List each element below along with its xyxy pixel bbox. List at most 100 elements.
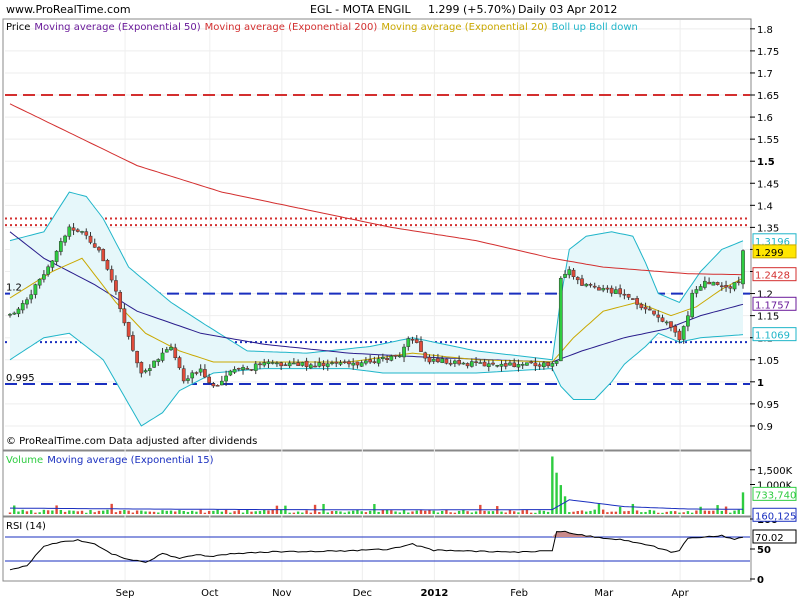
candle-body bbox=[177, 357, 182, 369]
candle-body bbox=[571, 269, 576, 277]
candle-body bbox=[347, 361, 351, 365]
volume-bar bbox=[309, 512, 313, 514]
volume-bar bbox=[220, 511, 224, 514]
candle-body bbox=[203, 369, 207, 378]
candle-body bbox=[520, 364, 525, 366]
candle-body bbox=[241, 367, 245, 370]
candle-body bbox=[97, 247, 101, 251]
volume-bar bbox=[483, 510, 486, 514]
period-label: Daily 03 Apr 2012 bbox=[518, 3, 617, 16]
volume-bar bbox=[610, 511, 613, 514]
volume-bar bbox=[601, 509, 605, 514]
candle-body bbox=[601, 288, 606, 291]
candle-body bbox=[338, 362, 343, 365]
volume-bar bbox=[195, 511, 198, 514]
candle-body bbox=[342, 361, 347, 363]
candle-body bbox=[554, 360, 559, 364]
volume-bar bbox=[712, 510, 715, 514]
price-tick-label: 1.45 bbox=[757, 179, 779, 190]
candle-body bbox=[563, 273, 567, 278]
volume-bar bbox=[415, 510, 418, 514]
volume-bar bbox=[305, 510, 308, 514]
candle-body bbox=[279, 362, 284, 367]
candle-body bbox=[703, 280, 707, 288]
candle-body bbox=[681, 326, 686, 340]
volume-bar bbox=[102, 510, 105, 514]
volume-bar bbox=[661, 512, 664, 514]
candle-body bbox=[715, 282, 720, 285]
price-tick-label: 1.6 bbox=[757, 113, 773, 124]
volume-bar bbox=[271, 509, 274, 514]
candle-body bbox=[245, 368, 250, 370]
value-badge-text: 1.1069 bbox=[755, 331, 790, 342]
candle-body bbox=[292, 362, 296, 365]
candle-body bbox=[669, 321, 673, 328]
volume-bar bbox=[436, 512, 440, 514]
candle-body bbox=[287, 362, 292, 367]
candle-body bbox=[423, 352, 428, 359]
price-tick-label: 1.75 bbox=[757, 47, 779, 58]
candle-body bbox=[469, 361, 474, 367]
volume-bar bbox=[89, 510, 92, 514]
volume-bar bbox=[440, 510, 444, 514]
candle-body bbox=[355, 361, 360, 366]
volume-bar bbox=[29, 510, 33, 514]
volume-bar bbox=[703, 510, 707, 514]
site-title: www.ProRealTime.com bbox=[6, 3, 131, 16]
legend-item: Moving average (Exponential 200) bbox=[205, 22, 378, 33]
candle-body bbox=[351, 362, 356, 366]
candle-body bbox=[207, 376, 211, 383]
volume-bar bbox=[199, 509, 202, 514]
volume-bar bbox=[318, 512, 321, 514]
volume-bar bbox=[140, 510, 143, 514]
volume-bar bbox=[190, 510, 194, 514]
candle-body bbox=[215, 385, 220, 387]
stock-chart: www.ProRealTime.com EGL - MOTA ENGIL 1.2… bbox=[0, 0, 800, 600]
month-label: 2012 bbox=[420, 588, 448, 599]
volume-bar bbox=[432, 510, 435, 514]
candle-body bbox=[317, 362, 322, 367]
month-label: Mar bbox=[594, 588, 614, 599]
volume-bar bbox=[93, 512, 96, 514]
candle-body bbox=[686, 315, 690, 327]
volume-bar bbox=[25, 511, 29, 514]
candle-body bbox=[42, 274, 46, 280]
volume-bar bbox=[347, 511, 351, 514]
candle-body bbox=[444, 358, 449, 364]
volume-bar bbox=[377, 511, 380, 514]
volume-bar bbox=[55, 505, 58, 514]
candle-body bbox=[436, 358, 440, 363]
volume-bar bbox=[373, 504, 376, 514]
candle-body bbox=[88, 235, 93, 243]
volume-tick-label: 1,500K bbox=[757, 466, 793, 477]
volume-bar bbox=[364, 512, 368, 514]
price-tick-label: 1 bbox=[757, 378, 764, 389]
candle-body bbox=[474, 361, 478, 363]
volume-bar bbox=[411, 511, 414, 514]
volume-bar bbox=[59, 509, 63, 514]
volume-bar bbox=[127, 510, 130, 514]
volume-bar bbox=[97, 510, 101, 514]
candle-body bbox=[186, 378, 190, 381]
price-tick-label: 1.7 bbox=[757, 69, 773, 80]
candle-body bbox=[652, 310, 656, 315]
candle-body bbox=[164, 349, 169, 353]
candle-body bbox=[440, 358, 445, 363]
volume-bar bbox=[326, 512, 329, 514]
volume-bar bbox=[542, 510, 546, 514]
volume-bar bbox=[216, 509, 219, 514]
candle-body bbox=[304, 360, 309, 367]
volume-bar bbox=[174, 511, 177, 514]
volume-bar bbox=[351, 510, 355, 514]
legend-item: Price bbox=[6, 22, 30, 33]
candle-body bbox=[143, 370, 148, 373]
volume-bar bbox=[46, 510, 50, 514]
volume-bar bbox=[525, 509, 529, 514]
candle-body bbox=[410, 338, 415, 341]
volume-bar bbox=[678, 512, 681, 514]
volume-bar bbox=[402, 509, 406, 514]
value-badge-text: 1.1757 bbox=[755, 300, 790, 311]
candle-body bbox=[228, 370, 233, 376]
volume-bar bbox=[38, 512, 41, 514]
candle-body bbox=[211, 383, 216, 387]
